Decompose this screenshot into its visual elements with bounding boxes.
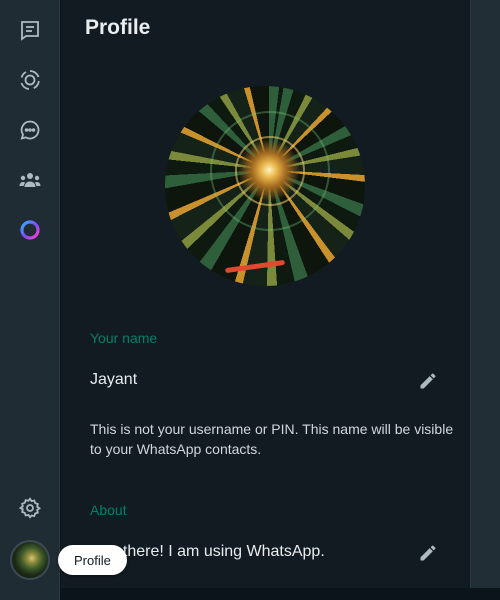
name-note: This is not your username or PIN. This n… bbox=[90, 421, 454, 457]
channels-icon bbox=[20, 120, 40, 140]
communities-button[interactable] bbox=[10, 160, 50, 200]
page-title: Profile bbox=[85, 16, 151, 39]
chats-button[interactable] bbox=[10, 10, 50, 50]
status-button[interactable] bbox=[10, 60, 50, 100]
channels-button[interactable] bbox=[10, 110, 50, 150]
about-label: About bbox=[90, 502, 127, 518]
photo-ring bbox=[210, 111, 330, 231]
nav-rail bbox=[0, 0, 60, 600]
right-panel-edge bbox=[470, 0, 500, 588]
pencil-icon bbox=[420, 545, 436, 561]
avatar[interactable] bbox=[10, 540, 50, 580]
name-value: Jayant bbox=[90, 371, 138, 388]
meta-ai-button[interactable] bbox=[10, 210, 50, 250]
bottom-edge bbox=[61, 588, 500, 600]
pencil-icon bbox=[420, 373, 436, 389]
name-label: Your name bbox=[90, 330, 158, 346]
edit-name-button[interactable] bbox=[416, 369, 440, 393]
chats-icon bbox=[21, 21, 39, 41]
communities-icon bbox=[19, 173, 41, 187]
gear-icon bbox=[18, 497, 42, 519]
profile-photo[interactable] bbox=[165, 86, 365, 286]
profile-panel: Profile Your name Jayant This is not you… bbox=[61, 0, 470, 588]
photo-streak bbox=[224, 259, 286, 274]
settings-button[interactable] bbox=[10, 488, 50, 528]
edit-about-button[interactable] bbox=[416, 541, 440, 565]
status-icon bbox=[20, 70, 40, 90]
profile-tooltip: Profile bbox=[58, 545, 127, 575]
meta-ai-icon bbox=[20, 220, 40, 240]
